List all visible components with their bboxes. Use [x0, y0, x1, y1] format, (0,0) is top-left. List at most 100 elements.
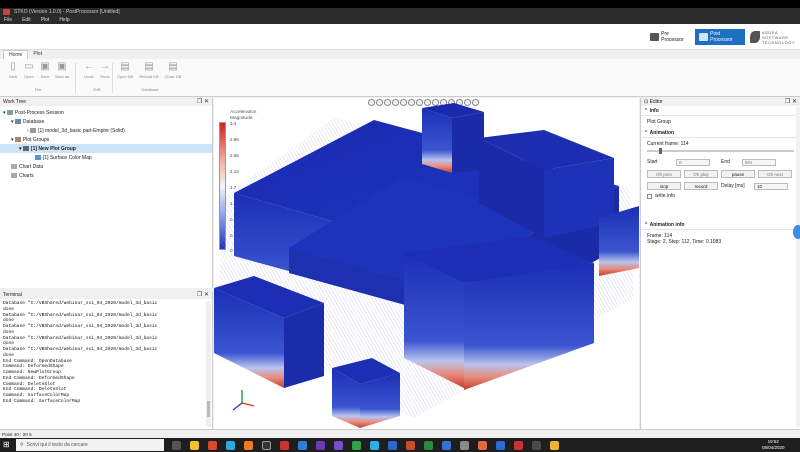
- tree-item-model[interactable]: › [1] model_3d_basic part-Empire (Solid): [0, 126, 212, 135]
- info-section-header[interactable]: ⌃ Info: [641, 106, 800, 116]
- menu-help[interactable]: Help: [59, 17, 69, 23]
- windows-start-icon[interactable]: ⊞: [3, 441, 11, 449]
- post-processor-label: Post Processor: [710, 31, 733, 43]
- frame-slider[interactable]: [647, 148, 794, 154]
- new-label: New: [8, 74, 17, 79]
- terminal-line: End Command: SurfaceColorMap: [3, 398, 81, 404]
- app-icon[interactable]: [262, 441, 271, 450]
- redo-label: Redo: [100, 74, 110, 79]
- tree-item-plot-groups[interactable]: ▾ Plot Groups: [0, 135, 212, 144]
- status-bar: Point 40 : 20 5: [0, 429, 800, 438]
- tab-home[interactable]: Home: [3, 50, 29, 59]
- terminal-header: Terminal ❐ ✕: [0, 291, 212, 299]
- plot-groups-icon: [14, 137, 21, 142]
- visual-studio-icon[interactable]: [316, 441, 325, 450]
- prev-button[interactable]: Oh prev: [647, 170, 681, 178]
- skype-icon[interactable]: [370, 441, 379, 450]
- close-db-label: Close DB: [164, 74, 182, 79]
- save-icon: ▣: [40, 61, 50, 72]
- app-icon[interactable]: [352, 441, 361, 450]
- taskbar-clock[interactable]: 19:52 08/04/2020: [762, 439, 785, 450]
- work-tree: ▾ Post-Process Session ▾ Database › [1] …: [0, 106, 212, 180]
- pause-button[interactable]: pause: [721, 170, 755, 178]
- terminal-title: Terminal: [3, 292, 22, 298]
- save-as-button[interactable]: ▣ Save as: [51, 62, 73, 84]
- tree-label: Database: [22, 118, 45, 125]
- pre-processor-label: Pre Processor: [661, 31, 684, 43]
- next-button[interactable]: Oh next: [758, 170, 792, 178]
- app-icon[interactable]: [460, 441, 469, 450]
- start-field[interactable]: 0: [676, 158, 710, 166]
- menu-edit[interactable]: Edit: [22, 17, 31, 23]
- tree-item-new-plot-group[interactable]: ▾ [1] New Plot Group: [0, 144, 212, 153]
- panel-controls[interactable]: ❐ ✕: [197, 98, 209, 105]
- reload-db-button[interactable]: ▤ Reload DB: [138, 62, 160, 84]
- pre-processor-icon: [650, 33, 660, 41]
- write-info-checkbox[interactable]: [647, 193, 652, 199]
- app-icon[interactable]: [532, 441, 541, 450]
- slider-knob[interactable]: [659, 148, 662, 154]
- delay-field[interactable]: 10: [754, 182, 788, 190]
- terminal-output[interactable]: Database "C:/VBShared/webinar_ssi_04_202…: [0, 299, 212, 427]
- record-button[interactable]: record: [684, 182, 718, 190]
- point-readout: Point 40 : 20 5: [2, 431, 32, 437]
- vscode-icon[interactable]: [298, 441, 307, 450]
- tab-plot[interactable]: Plot: [28, 50, 47, 59]
- menu-plot[interactable]: Plot: [41, 17, 50, 23]
- far-right-block: [599, 206, 639, 276]
- excel-icon[interactable]: [424, 441, 433, 450]
- app-icon[interactable]: [550, 441, 559, 450]
- office-icon[interactable]: [208, 441, 217, 450]
- edge-icon[interactable]: [226, 441, 235, 450]
- tree-item-charts[interactable]: Charts: [0, 171, 212, 180]
- open-db-button[interactable]: ▤ Open DB: [114, 62, 136, 84]
- animation-section-header[interactable]: ⌃ Animation: [641, 128, 800, 138]
- database-group-label: Database: [141, 87, 159, 92]
- stop-button[interactable]: stop: [647, 182, 681, 190]
- clock-date: 08/04/2020: [762, 444, 785, 450]
- app-icon[interactable]: [514, 441, 523, 450]
- logo-line-3: TECHNOLOGY: [762, 39, 796, 45]
- animation-info-section-title: Animation info: [649, 221, 685, 228]
- stko-icon[interactable]: [478, 441, 487, 450]
- tree-item-database[interactable]: ▾ Database: [0, 117, 212, 126]
- 3d-viewport[interactable]: Acceleration Magnitude 3.4 2.96 2.55 2.1…: [214, 98, 639, 429]
- app-icon[interactable]: [496, 441, 505, 450]
- file-explorer-icon[interactable]: [190, 441, 199, 450]
- play-button[interactable]: Oh play: [684, 170, 718, 178]
- visual-studio-icon[interactable]: [334, 441, 343, 450]
- tree-label: Plot Groups: [22, 136, 50, 143]
- end-field[interactable]: 601: [742, 158, 776, 166]
- work-tree-title: Work Tree: [3, 99, 26, 105]
- app-icon[interactable]: [244, 441, 253, 450]
- delay-label: Delay [ms]: [721, 183, 745, 189]
- word-icon[interactable]: [388, 441, 397, 450]
- pdf-icon[interactable]: [280, 441, 289, 450]
- ribbon-tabs: Home Plot: [0, 50, 800, 59]
- post-processor-button[interactable]: Post Processor: [695, 29, 745, 45]
- scroll-thumb[interactable]: [207, 401, 210, 417]
- menu-file[interactable]: File: [4, 17, 12, 23]
- editor-scrollbar[interactable]: [796, 107, 800, 427]
- animation-info-body: Frame: 114 Stage: 2, Step: 112, Time: 0.…: [641, 230, 800, 248]
- plot-group-icon: [22, 146, 29, 151]
- work-tree-panel: Work Tree ❐ ✕ ▾ Post-Process Session ▾ D…: [0, 98, 213, 288]
- reload-db-label: Reload DB: [139, 74, 159, 79]
- panel-controls[interactable]: ❐ ✕: [785, 98, 797, 105]
- powerpoint-icon[interactable]: [406, 441, 415, 450]
- pre-processor-button[interactable]: Pre Processor: [646, 29, 694, 45]
- chart-data-icon: [11, 164, 17, 169]
- panel-controls[interactable]: ❐ ✕: [197, 291, 209, 298]
- animation-info-section-header[interactable]: ⌃ Animation info: [641, 220, 800, 230]
- task-view-icon[interactable]: [172, 441, 181, 450]
- tower-back-face: [422, 108, 452, 173]
- tree-item-chart-data[interactable]: Chart Data: [0, 162, 212, 171]
- tree-item-session[interactable]: ▾ Post-Process Session: [0, 108, 212, 117]
- model-render: [214, 103, 639, 428]
- tree-item-surface-color-map[interactable]: [1] Surface Color Map: [0, 153, 212, 162]
- taskbar-search[interactable]: ⚲ Scrivi qui il testo da cercare: [16, 439, 164, 451]
- floating-side-button[interactable]: [793, 225, 800, 239]
- outlook-icon[interactable]: [442, 441, 451, 450]
- terminal-scrollbar[interactable]: [206, 301, 211, 427]
- close-db-button[interactable]: ▤ Close DB: [162, 62, 184, 84]
